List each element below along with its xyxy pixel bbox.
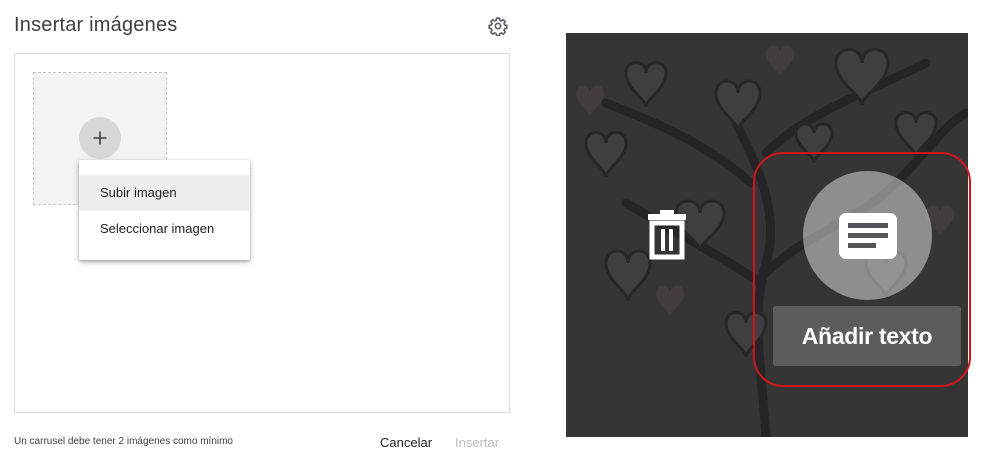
gear-icon xyxy=(488,17,508,36)
menu-item-upload-image[interactable]: Subir imagen xyxy=(79,175,250,211)
settings-button[interactable] xyxy=(486,14,510,38)
plus-icon xyxy=(93,131,107,145)
trash-icon[interactable] xyxy=(644,209,690,261)
carousel-minimum-note: Un carrusel debe tener 2 imágenes como m… xyxy=(14,436,233,447)
highlight-outline xyxy=(753,152,971,387)
insert-button[interactable]: Insertar xyxy=(455,435,499,450)
menu-item-select-image[interactable]: Seleccionar imagen xyxy=(79,211,250,247)
add-image-menu: Subir imagen Seleccionar imagen xyxy=(79,160,250,260)
dialog-title: Insertar imágenes xyxy=(14,14,178,36)
cancel-button[interactable]: Cancelar xyxy=(380,435,432,450)
add-image-button[interactable] xyxy=(79,117,121,159)
